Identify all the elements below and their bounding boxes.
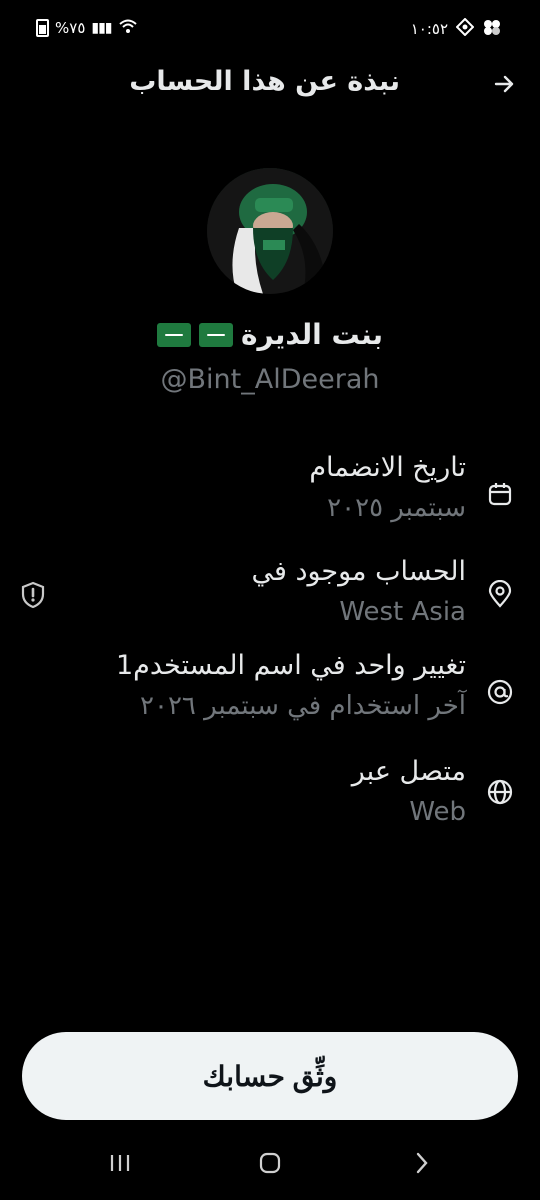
saudi-flag-icon [198,322,233,347]
display-name-wrap: بنت الديرة [156,318,384,351]
back-arrow-icon[interactable] [488,68,520,100]
app-notification-icon [482,18,502,40]
time-text: ١٠:٥٢ [410,20,448,38]
page-title: نبذة عن هذا الحساب [129,66,400,97]
detail-row-location: الحساب موجود في West Asia [46,556,466,627]
at-sign-icon [484,676,516,708]
status-left: %٧٥ ▮▮▮ [36,18,138,38]
navigation-indicator-icon [455,17,475,40]
status-bar: %٧٥ ▮▮▮ ١٠:٥٢ [0,0,540,60]
detail-subtitle: آخر استخدام في سبتمبر ٢٠٢٦ [140,691,466,721]
username-handle: @Bint_AlDeerah [160,364,380,395]
detail-subtitle: West Asia [339,597,466,627]
battery-text: %٧٥ [55,19,86,37]
detail-title: تغيير واحد في اسم المستخدم1 [115,650,466,681]
recent-apps-icon[interactable] [100,1148,140,1178]
detail-row-joined: تاريخ الانضمام سبتمبر ٢٠٢٥ [46,452,466,523]
saudi-flag-icon [156,322,191,347]
home-icon[interactable] [250,1148,290,1178]
calendar-icon [484,478,516,510]
top-bar: نبذة عن هذا الحساب [0,56,540,112]
shield-info-icon[interactable] [18,580,48,610]
detail-title: تاريخ الانضمام [309,452,466,483]
wifi-icon [118,18,138,38]
detail-row-username-change: تغيير واحد في اسم المستخدم1 آخر استخدام … [46,650,466,721]
avatar[interactable] [207,168,333,294]
display-name: بنت الديرة [240,318,384,351]
status-right: ١٠:٥٢ [410,17,502,40]
globe-icon [484,776,516,808]
detail-title: متصل عبر [351,756,466,787]
detail-subtitle: Web [409,797,466,827]
system-nav-bar [0,1130,540,1200]
signal-icon: ▮▮▮ [91,20,112,36]
battery-icon [36,19,49,37]
detail-title: الحساب موجود في [251,556,466,587]
back-nav-icon[interactable] [402,1148,442,1178]
display-name-row: بنت الديرة [0,318,540,351]
detail-subtitle: سبتمبر ٢٠٢٥ [327,493,466,523]
verify-account-button[interactable]: وثِّق حسابك [22,1032,518,1120]
detail-row-connected-via: متصل عبر Web [46,756,466,827]
location-pin-icon [484,578,516,610]
